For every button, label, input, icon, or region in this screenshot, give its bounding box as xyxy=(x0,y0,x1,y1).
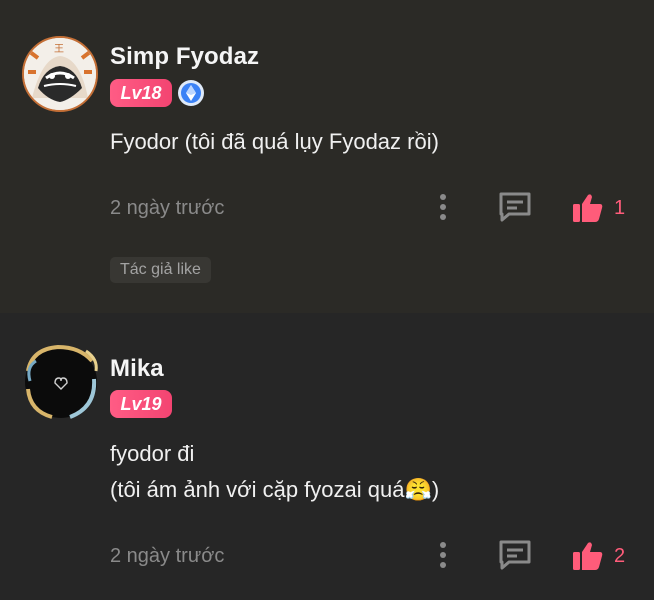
level-badge: Lv18 xyxy=(110,79,172,107)
username[interactable]: Simp Fyodaz xyxy=(110,43,259,71)
tiger-avatar-image: 王 xyxy=(24,38,96,110)
avatar[interactable] xyxy=(20,341,102,423)
more-options-icon[interactable] xyxy=(432,192,454,222)
level-badge: Lv19 xyxy=(110,390,172,418)
comment-text: fyodor đi (tôi ám ảnh với cặp fyozai quá… xyxy=(110,436,439,508)
comment-text: Fyodor (tôi đã quá lụy Fyodaz rồi) xyxy=(110,124,439,160)
reply-icon[interactable] xyxy=(497,538,533,570)
svg-text:王: 王 xyxy=(54,44,64,55)
comment-line: Fyodor (tôi đã quá lụy Fyodaz rồi) xyxy=(110,129,439,154)
avatar[interactable]: 王 xyxy=(22,36,98,112)
comment-item: Mika Lv19 fyodor đi (tôi ám ảnh với cặp … xyxy=(0,313,654,600)
comment-line: (tôi ám ảnh với cặp fyozai quá😤) xyxy=(110,477,440,502)
reply-icon[interactable] xyxy=(497,190,533,222)
dark-circle-avatar-image xyxy=(25,344,98,419)
author-like-tag: Tác giả like xyxy=(110,257,211,283)
like-count: 2 xyxy=(614,544,626,567)
username[interactable]: Mika xyxy=(110,355,164,383)
timestamp: 2 ngày trước xyxy=(110,545,225,567)
timestamp: 2 ngày trước xyxy=(110,197,225,219)
diamond-badge-icon xyxy=(178,80,204,106)
more-options-icon[interactable] xyxy=(432,540,454,570)
comment-line: fyodor đi xyxy=(110,441,195,466)
comment-item: 王 Simp Fyodaz Lv18 Fyodor (tôi đã quá lụ… xyxy=(0,0,654,313)
thumbs-up-icon xyxy=(573,194,603,222)
thumbs-up-icon xyxy=(573,542,603,570)
like-count: 1 xyxy=(614,196,626,219)
like-button[interactable]: 1 xyxy=(572,192,625,224)
like-button[interactable]: 2 xyxy=(572,540,625,572)
